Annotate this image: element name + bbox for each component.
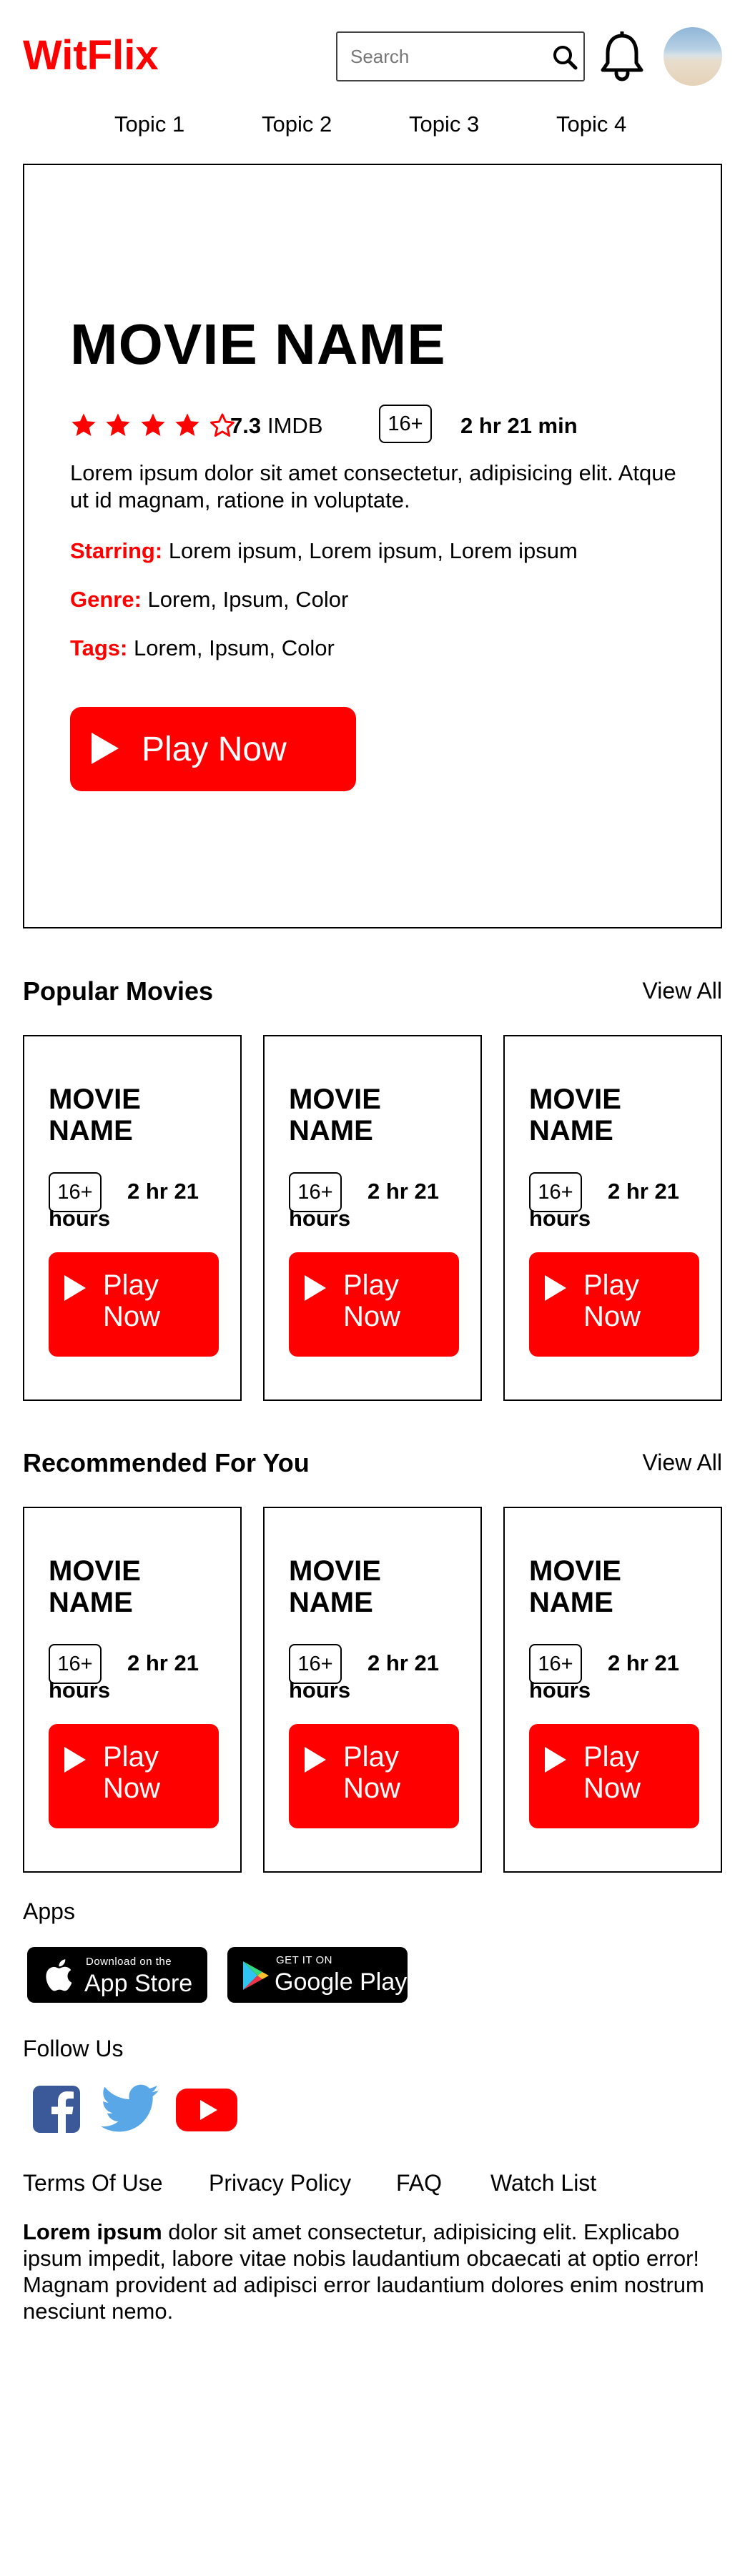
genre-line: Genre: Lorem, Ipsum, Color — [70, 587, 348, 613]
google-play-text: Google Play — [275, 1968, 408, 1996]
play-icon — [545, 1747, 566, 1773]
topic-link-4[interactable]: Topic 4 — [556, 112, 626, 137]
movie-card-title: MOVIE NAME — [289, 1084, 381, 1146]
movie-card-play-button[interactable]: Play Now — [529, 1252, 699, 1357]
play-icon — [64, 1275, 86, 1301]
site-header: WitFlix — [0, 0, 745, 107]
movie-card-duration: 2 hr 21 hours — [49, 1650, 199, 1703]
movie-card-play-button[interactable]: Play Now — [49, 1252, 219, 1357]
twitter-icon[interactable] — [100, 2084, 160, 2134]
play-button-label: Play Now — [103, 1269, 161, 1332]
app-store-text: App Store — [84, 1970, 193, 1997]
starring-value: Lorem ipsum, Lorem ipsum, Lorem ipsum — [168, 538, 578, 563]
user-avatar[interactable] — [663, 27, 722, 86]
view-all-link[interactable]: View All — [643, 1450, 722, 1476]
play-icon — [92, 733, 119, 764]
section-title: Recommended For You — [23, 1448, 310, 1477]
play-button-label: Play Now — [103, 1741, 161, 1804]
rating-source: IMDB — [267, 413, 323, 438]
movie-card-title: MOVIE NAME — [529, 1084, 621, 1146]
apps-heading: Apps — [23, 1898, 75, 1924]
popular-movies-header: Popular Movies View All — [23, 976, 722, 1012]
starring-label: Starring: — [70, 538, 163, 563]
footer-links: Terms Of Use Privacy Policy FAQ Watch Li… — [23, 2170, 722, 2201]
play-button-label: Play Now — [142, 730, 287, 768]
movie-card-title: MOVIE NAME — [529, 1555, 621, 1618]
bell-icon[interactable] — [599, 31, 645, 81]
play-icon — [305, 1747, 326, 1773]
app-store-small-text: Download on the — [86, 1956, 172, 1968]
star-rating — [70, 412, 240, 439]
movie-card-play-button[interactable]: Play Now — [49, 1724, 219, 1828]
movie-card[interactable]: MOVIE NAME 16+ 2 hr 21 hours Play Now — [23, 1507, 242, 1873]
star-filled-icon — [141, 413, 165, 437]
topic-nav: Topic 1 Topic 2 Topic 3 Topic 4 — [0, 107, 745, 147]
star-filled-icon — [71, 413, 96, 437]
faq-link[interactable]: FAQ — [396, 2170, 442, 2196]
movie-card[interactable]: MOVIE NAME 16+ 2 hr 21 hours Play Now — [263, 1507, 482, 1873]
search-icon[interactable] — [551, 43, 579, 71]
movie-card[interactable]: MOVIE NAME 16+ 2 hr 21 hours Play Now — [503, 1507, 722, 1873]
topic-link-2[interactable]: Topic 2 — [262, 112, 332, 137]
hero-rating-row: 7.3 IMDB 16+ 2 hr 21 min — [70, 405, 642, 445]
view-all-link[interactable]: View All — [643, 978, 722, 1004]
movie-card-play-button[interactable]: Play Now — [529, 1724, 699, 1828]
footer-text-bold: Lorem ipsum — [23, 2219, 162, 2244]
genre-value: Lorem, Ipsum, Color — [147, 587, 349, 612]
hero-play-now-button[interactable]: Play Now — [70, 707, 356, 791]
play-button-label: Play Now — [583, 1269, 641, 1332]
movie-card-duration: 2 hr 21 hours — [529, 1650, 679, 1703]
genre-label: Genre: — [70, 587, 142, 612]
play-button-label: Play Now — [583, 1741, 641, 1804]
watch-list-link[interactable]: Watch List — [490, 2170, 596, 2196]
movie-card-duration: 2 hr 21 hours — [289, 1650, 439, 1703]
movie-card-duration: 2 hr 21 hours — [289, 1179, 439, 1231]
apple-icon — [46, 1959, 72, 1991]
play-button-label: Play Now — [343, 1741, 401, 1804]
star-filled-icon — [175, 413, 199, 437]
tags-line: Tags: Lorem, Ipsum, Color — [70, 635, 335, 661]
movie-card[interactable]: MOVIE NAME 16+ 2 hr 21 hours Play Now — [503, 1035, 722, 1401]
star-filled-icon — [106, 413, 131, 437]
tags-label: Tags: — [70, 635, 128, 660]
movie-card[interactable]: MOVIE NAME 16+ 2 hr 21 hours Play Now — [263, 1035, 482, 1401]
facebook-icon[interactable] — [31, 2084, 82, 2134]
terms-of-use-link[interactable]: Terms Of Use — [23, 2170, 163, 2196]
play-icon — [545, 1275, 566, 1301]
movie-card-title: MOVIE NAME — [49, 1084, 141, 1146]
movie-card-play-button[interactable]: Play Now — [289, 1252, 459, 1357]
hero-featured-movie: MOVIE NAME 7.3 IMDB 16+ 2 hr 21 min Lore… — [23, 164, 722, 928]
starring-line: Starring: Lorem ipsum, Lorem ipsum, Lore… — [70, 538, 578, 564]
site-logo[interactable]: WitFlix — [23, 31, 159, 79]
movie-card-play-button[interactable]: Play Now — [289, 1724, 459, 1828]
age-rating-badge: 16+ — [379, 405, 432, 443]
google-play-small-text: GET IT ON — [276, 1954, 332, 1966]
movie-card-title: MOVIE NAME — [49, 1555, 141, 1618]
movie-duration: 2 hr 21 min — [460, 413, 578, 438]
topic-link-3[interactable]: Topic 3 — [409, 112, 479, 137]
topic-link-1[interactable]: Topic 1 — [114, 112, 184, 137]
rating-value: 7.3 — [230, 413, 262, 438]
movie-card[interactable]: MOVIE NAME 16+ 2 hr 21 hours Play Now — [23, 1035, 242, 1401]
app-store-button[interactable]: Download on the App Store — [27, 1947, 207, 2003]
youtube-icon[interactable] — [174, 2084, 239, 2134]
section-title: Popular Movies — [23, 976, 214, 1006]
recommended-header: Recommended For You View All — [23, 1448, 722, 1484]
movie-card-duration: 2 hr 21 hours — [529, 1179, 679, 1231]
hero-movie-title: MOVIE NAME — [70, 312, 446, 376]
tags-value: Lorem, Ipsum, Color — [134, 635, 335, 660]
privacy-policy-link[interactable]: Privacy Policy — [209, 2170, 351, 2196]
movie-card-title: MOVIE NAME — [289, 1555, 381, 1618]
play-button-label: Play Now — [343, 1269, 401, 1332]
footer-about-text: Lorem ipsum dolor sit amet consectetur, … — [23, 2219, 727, 2324]
google-play-icon — [243, 1961, 269, 1990]
follow-us-heading: Follow Us — [23, 2036, 124, 2061]
play-icon — [305, 1275, 326, 1301]
search-input[interactable] — [337, 33, 545, 80]
google-play-button[interactable]: GET IT ON Google Play — [227, 1947, 408, 2003]
play-icon — [64, 1747, 86, 1773]
movie-description: Lorem ipsum dolor sit amet consectetur, … — [70, 460, 676, 512]
movie-card-duration: 2 hr 21 hours — [49, 1179, 199, 1231]
search-box — [336, 31, 585, 81]
